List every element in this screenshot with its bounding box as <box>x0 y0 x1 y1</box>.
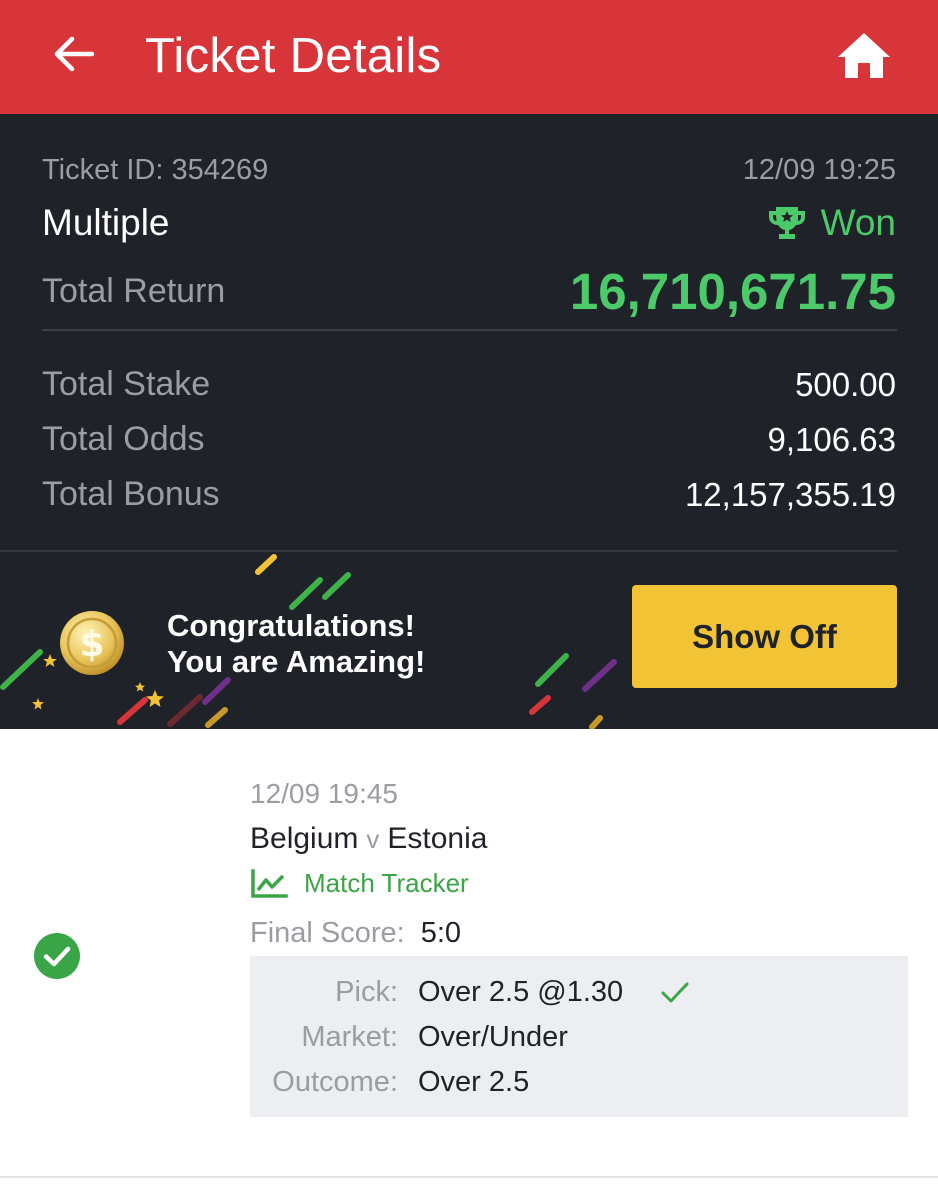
event-datetime: 12/09 19:45 <box>250 778 398 809</box>
match-tracker-link[interactable]: Match Tracker <box>250 868 469 899</box>
check-circle-icon <box>34 933 80 979</box>
arrow-left-icon[interactable] <box>52 32 96 76</box>
total-return-value: 16,710,671.75 <box>569 263 896 320</box>
total-bonus-value: 12,157,355.19 <box>684 476 896 513</box>
app-header: Ticket Details <box>0 0 938 114</box>
page-title: Ticket Details <box>145 29 442 83</box>
ticket-id: Ticket ID: 354269 <box>42 154 269 186</box>
ticket-datetime: 12/09 19:25 <box>742 154 896 186</box>
total-stake-label: Total Stake <box>42 365 211 403</box>
final-score-label: Final Score: <box>250 917 405 949</box>
total-odds-value: 9,106.63 <box>767 421 896 458</box>
status-label: Won <box>820 202 896 243</box>
ticket-summary-panel: Ticket ID: 354269 12/09 19:25 Multiple W… <box>0 114 938 729</box>
total-odds-label: Total Odds <box>42 420 205 458</box>
total-return-label: Total Return <box>42 272 226 310</box>
match-name: Belgium v Estonia <box>250 822 487 856</box>
away-team: Estonia <box>387 822 488 855</box>
home-icon[interactable] <box>836 30 892 80</box>
home-team: Belgium <box>250 822 359 855</box>
svg-text:$: $ <box>79 624 104 665</box>
divider <box>42 329 897 331</box>
checkmark-icon <box>661 982 689 1003</box>
bet-type: Multiple <box>42 202 170 243</box>
outcome-label: Outcome: <box>272 1066 398 1098</box>
final-score: Final Score: 5:0 <box>250 917 461 950</box>
market-label: Market: <box>301 1021 398 1053</box>
total-stake-value: 500.00 <box>795 366 896 403</box>
pick-value: Over 2.5 @1.30 <box>418 976 624 1008</box>
pick-label: Pick: <box>335 976 398 1008</box>
final-score-value: 5:0 <box>420 917 462 949</box>
versus-label: v <box>366 824 380 854</box>
congrats-line-1: Congratulations! <box>167 608 415 643</box>
market-value: Over/Under <box>418 1021 568 1053</box>
selection-details: Pick: Over 2.5 @1.30 Market: Over/Under … <box>250 956 908 1117</box>
match-tracker-label: Match Tracker <box>304 868 469 898</box>
total-bonus-label: Total Bonus <box>42 475 220 513</box>
dollar-coin-icon: $ <box>60 611 124 675</box>
divider <box>0 1176 938 1178</box>
congrats-line-2: You are Amazing! <box>167 644 426 679</box>
line-chart-icon <box>251 868 288 898</box>
status-badge: Won <box>767 202 896 244</box>
outcome-value: Over 2.5 <box>418 1066 530 1098</box>
trophy-icon <box>768 207 805 239</box>
congratulations-text: Congratulations! You are Amazing! <box>167 608 425 680</box>
show-off-button[interactable]: Show Off <box>632 585 897 688</box>
